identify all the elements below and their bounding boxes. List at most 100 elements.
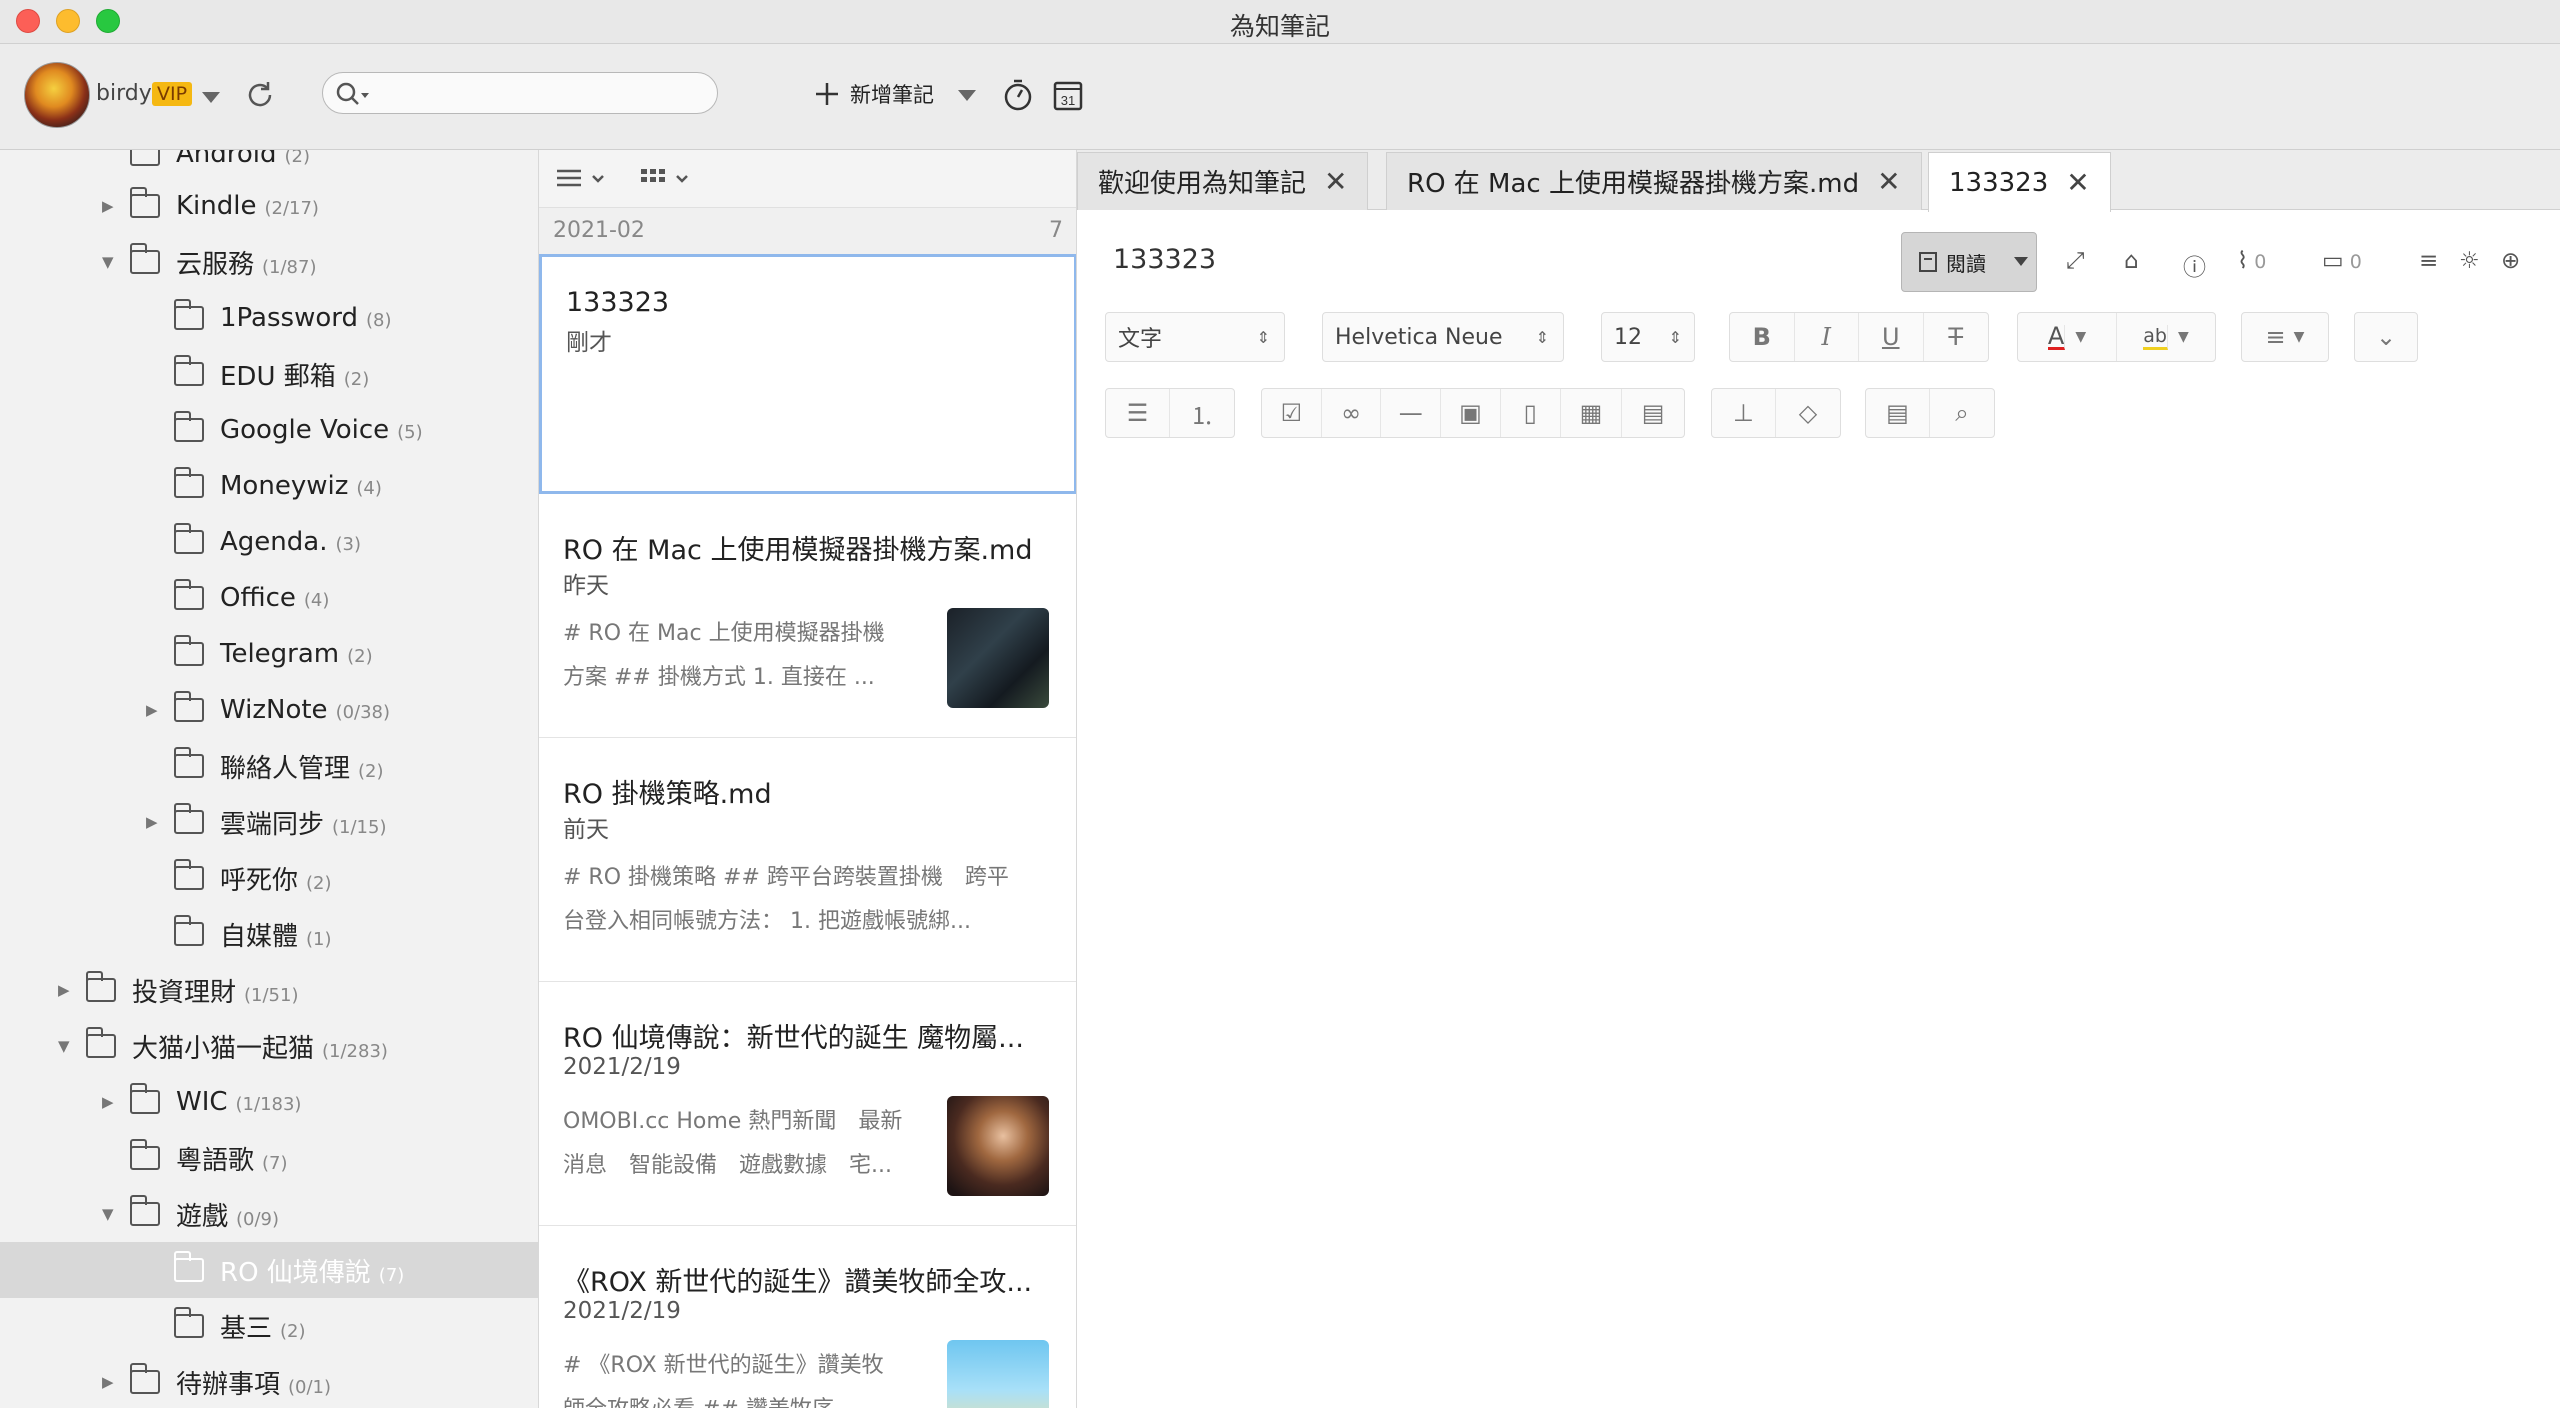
new-note-label: 新增筆記 xyxy=(850,83,934,107)
align-button[interactable]: ≡ ▼ xyxy=(2242,313,2328,361)
format-tools-group: ⊥ ◇ xyxy=(1711,388,1841,438)
note-list-item[interactable]: RO 掛機策略.md 前天 # RO 掛機策略 ## 跨平台跨裝置掛機 跨平 台登… xyxy=(539,738,1076,982)
sidebar-item-cantonese-songs[interactable]: 粵語歌 (7) xyxy=(0,1130,538,1186)
sidebar-item-label: Google Voice xyxy=(220,415,390,445)
tab-133323[interactable]: 133323 ✕ xyxy=(1928,152,2111,212)
read-mode-chevron-icon[interactable] xyxy=(2014,257,2028,266)
expand-arrow-icon[interactable]: ▶ xyxy=(58,981,70,999)
font-color-button[interactable]: A ▼ xyxy=(2018,313,2117,361)
folder-icon xyxy=(129,243,160,274)
sidebar-item-edu-mail[interactable]: EDU 郵箱 (2) xyxy=(0,346,538,402)
account-menu-chevron-icon[interactable] xyxy=(202,92,220,103)
note-list-item[interactable]: 133323 剛才 xyxy=(539,254,1076,494)
checkbox-icon[interactable]: ☑ xyxy=(1262,389,1322,437)
editor-content-area[interactable] xyxy=(1077,450,2560,1408)
note-title-field[interactable]: 133323 xyxy=(1113,244,1216,275)
view-source-icon[interactable]: ▤ xyxy=(1866,389,1930,437)
expand-arrow-icon[interactable]: ▶ xyxy=(146,701,158,719)
paragraph-style-select[interactable]: 文字 ⇕ xyxy=(1105,312,1285,362)
note-list-item[interactable]: 《ROX 新世代的誕生》讚美牧師全攻... 2021/2/19 # 《ROX 新… xyxy=(539,1226,1076,1408)
sidebar-item-office[interactable]: Office (4) xyxy=(0,570,538,626)
expand-arrow-icon[interactable]: ▶ xyxy=(102,1093,114,1111)
calendar-icon[interactable]: 31 xyxy=(1050,77,1086,113)
expand-icon[interactable]: ⤢ xyxy=(2066,248,2084,274)
app-window: 為知筆記 birdy VIP 新增筆記 31 Android (2) ▶ Kindl… xyxy=(0,0,2560,1408)
expand-arrow-icon[interactable]: ▶ xyxy=(102,1373,114,1391)
zoom-icon[interactable]: ⊕ xyxy=(2501,248,2520,274)
font-size-select[interactable]: 12 ⇕ xyxy=(1601,312,1695,362)
sidebar-item-investment[interactable]: ▶ 投資理財 (1/51) xyxy=(0,962,538,1018)
numbered-list-icon[interactable]: ⒈ xyxy=(1170,389,1234,437)
sidebar-item-games[interactable]: ▼ 遊戲 (0/9) xyxy=(0,1186,538,1242)
bold-button[interactable]: B xyxy=(1730,313,1795,361)
username[interactable]: birdy xyxy=(96,81,152,106)
sidebar-item-wiznote[interactable]: ▶ WizNote (0/38) xyxy=(0,682,538,738)
sidebar-item-telegram[interactable]: Telegram (2) xyxy=(0,626,538,682)
close-tab-icon[interactable]: ✕ xyxy=(1324,165,1347,198)
user-avatar[interactable] xyxy=(24,62,90,128)
timer-icon[interactable] xyxy=(1000,77,1036,113)
sidebar-item-self-media[interactable]: 自媒體 (1) xyxy=(0,906,538,962)
new-note-button[interactable]: 新增筆記 xyxy=(814,74,934,114)
sidebar-item-hu-si-ni[interactable]: 呼死你 (2) xyxy=(0,850,538,906)
expand-arrow-icon[interactable]: ▶ xyxy=(102,197,114,215)
sidebar-item-cloud-services[interactable]: ▼ 云服務 (1/87) xyxy=(0,234,538,290)
read-mode-button[interactable]: 閱讀 xyxy=(1901,232,2037,292)
sidebar-item-kindle[interactable]: ▶ Kindle (2/17) xyxy=(0,178,538,234)
highlight-color-button[interactable]: ab ▼ xyxy=(2117,313,2215,361)
lightbulb-icon[interactable]: ☼ xyxy=(2459,248,2480,274)
bullet-list-icon[interactable]: ☰ xyxy=(1106,389,1170,437)
collapse-arrow-icon[interactable]: ▼ xyxy=(58,1037,70,1055)
sidebar-item-todo[interactable]: ▶ 待辦事項 (0/1) xyxy=(0,1354,538,1408)
collapse-arrow-icon[interactable]: ▼ xyxy=(102,1205,114,1223)
tab-ro-mac-emulator[interactable]: RO 在 Mac 上使用模擬器掛機方案.md ✕ xyxy=(1386,152,1922,210)
more-tools-chevron-icon[interactable]: ⌄ xyxy=(2355,313,2417,361)
outline-icon[interactable]: ≡ xyxy=(2419,248,2438,274)
font-family-select[interactable]: Helvetica Neue ⇕ xyxy=(1322,312,1564,362)
sidebar-item-ro-ragnarok[interactable]: RO 仙境傳說 (7) xyxy=(0,1242,538,1298)
table-icon[interactable]: ▦ xyxy=(1561,389,1623,437)
tab-welcome[interactable]: 歡迎使用為知筆記 ✕ xyxy=(1077,152,1369,210)
eraser-icon[interactable]: ◇ xyxy=(1776,389,1840,437)
attachment-icon[interactable]: ⌇ 0 xyxy=(2237,248,2266,274)
sidebar-item-1password[interactable]: 1Password (8) xyxy=(0,290,538,346)
sidebar-item-jx3[interactable]: 基三 (2) xyxy=(0,1298,538,1354)
search-input[interactable] xyxy=(322,72,718,114)
chevron-down-icon: ▼ xyxy=(2177,329,2189,345)
find-replace-icon[interactable]: ⌕ xyxy=(1930,389,1994,437)
sidebar-item-count: (4) xyxy=(356,478,382,499)
text-style-group: B I U T xyxy=(1729,312,1989,362)
folder-icon xyxy=(85,1027,116,1058)
expand-arrow-icon[interactable]: ▶ xyxy=(146,813,158,831)
link-icon[interactable]: ∞ xyxy=(1322,389,1382,437)
sidebar-item-wic[interactable]: ▶ WIC (1/183) xyxy=(0,1074,538,1130)
sync-icon[interactable] xyxy=(244,79,276,111)
view-mode-icon[interactable] xyxy=(639,166,695,192)
sidebar-item-google-voice[interactable]: Google Voice (5) xyxy=(0,402,538,458)
underline-button[interactable]: U xyxy=(1859,313,1924,361)
sort-menu-icon[interactable] xyxy=(555,166,611,192)
sidebar-item-label: Kindle xyxy=(176,191,257,221)
close-tab-icon[interactable]: ✕ xyxy=(2066,166,2089,199)
new-note-menu-chevron-icon[interactable] xyxy=(958,90,976,101)
collapse-arrow-icon[interactable]: ▼ xyxy=(102,253,114,271)
sidebar-item-contacts[interactable]: 聯絡人管理 (2) xyxy=(0,738,538,794)
sidebar-item-cloud-sync[interactable]: ▶ 雲端同步 (1/15) xyxy=(0,794,538,850)
comment-icon[interactable]: ▭ 0 xyxy=(2322,248,2362,274)
folder-icon xyxy=(85,971,116,1002)
tag-icon[interactable]: ⌂ xyxy=(2124,248,2139,274)
strikethrough-button[interactable]: T xyxy=(1924,313,1989,361)
note-list-item[interactable]: RO 在 Mac 上使用模擬器掛機方案.md 昨天 # RO 在 Mac 上使用… xyxy=(539,494,1076,738)
mobile-icon[interactable]: ▯ xyxy=(1501,389,1561,437)
date-icon[interactable]: ▤ xyxy=(1622,389,1684,437)
sidebar-item-agenda[interactable]: Agenda. (3) xyxy=(0,514,538,570)
sidebar-item-moneywiz[interactable]: Moneywiz (4) xyxy=(0,458,538,514)
note-list-item[interactable]: RO 仙境傳說：新世代的誕生 魔物屬... 2021/2/19 OMOBI.cc… xyxy=(539,982,1076,1226)
image-icon[interactable]: ▣ xyxy=(1441,389,1501,437)
sidebar-item-big-cat-small-cat[interactable]: ▼ 大猫小猫一起猫 (1/283) xyxy=(0,1018,538,1074)
close-tab-icon[interactable]: ✕ xyxy=(1877,165,1900,198)
format-painter-icon[interactable]: ⊥ xyxy=(1712,389,1776,437)
italic-button[interactable]: I xyxy=(1795,313,1859,361)
info-icon[interactable]: ⓘ xyxy=(2183,248,2206,282)
horizontal-rule-icon[interactable]: — xyxy=(1381,389,1442,437)
